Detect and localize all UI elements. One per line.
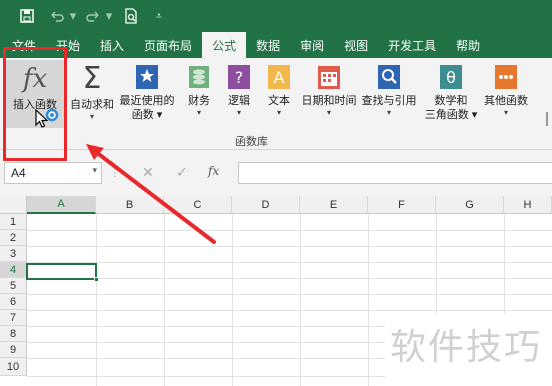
watermark-text: 软件技巧 [390,327,543,368]
excel-window: ▾ ▾ ⩡ 文件 开始 插入 页面布局 公式 数据 审阅 视图 开发工具 帮助 … [0,0,552,386]
